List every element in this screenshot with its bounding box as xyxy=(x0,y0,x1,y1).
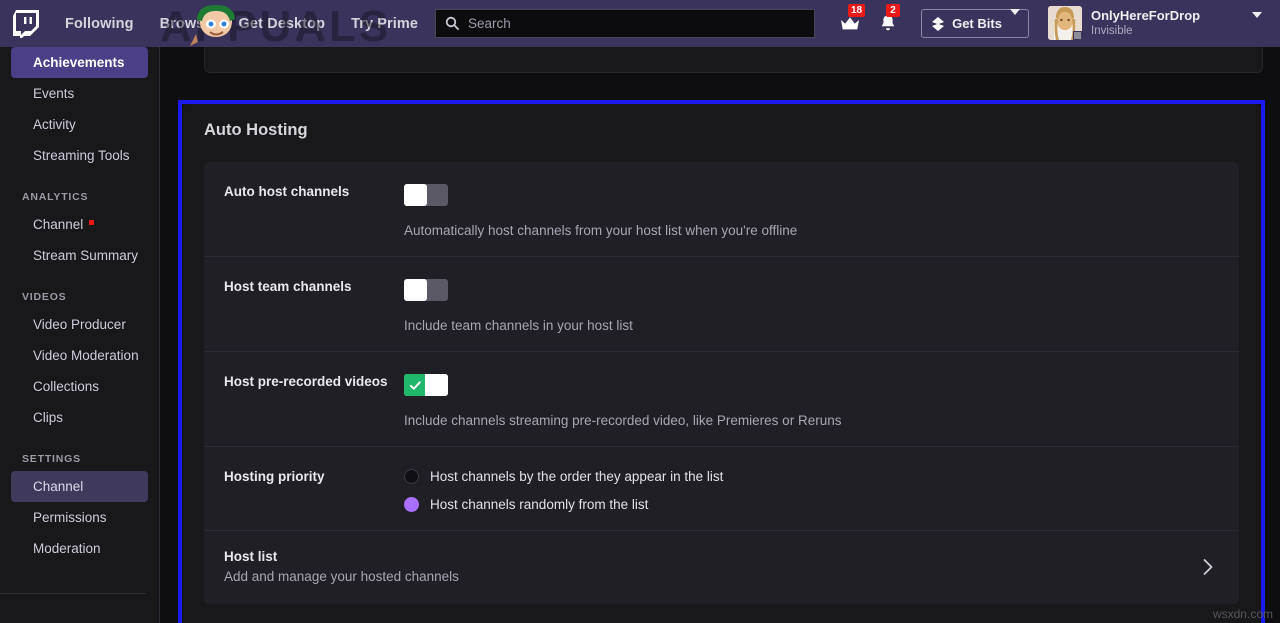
user-menu[interactable]: OnlyHereForDrop Invisible xyxy=(1048,6,1200,40)
crown-badge: 18 xyxy=(848,4,866,17)
sidebar-divider xyxy=(0,593,146,594)
sidebar-item-activity[interactable]: Activity xyxy=(11,109,148,140)
toggle-knob xyxy=(425,374,448,396)
setting-description: Include channels streaming pre-recorded … xyxy=(404,413,842,428)
host-team-channels-toggle[interactable] xyxy=(404,279,448,301)
sidebar-item-label: Clips xyxy=(33,410,64,425)
status-indicator xyxy=(1073,31,1082,40)
sidebar-section-analytics: ANALYTICS xyxy=(22,191,89,203)
sidebar-item-streaming-tools[interactable]: Streaming Tools xyxy=(11,140,148,171)
sidebar-section-videos: VIDEOS xyxy=(22,291,67,303)
sidebar-section-settings: SETTINGS xyxy=(22,453,81,465)
sidebar-item-moderation[interactable]: Moderation xyxy=(11,533,148,564)
toggle-wrap xyxy=(404,184,1239,206)
host-list-title: Host list xyxy=(224,549,278,564)
host-pre-recorded-videos-toggle[interactable] xyxy=(404,374,448,396)
setting-row-host-pre-recorded-videos: Host pre-recorded videos Include channel… xyxy=(204,352,1239,447)
setting-label: Hosting priority xyxy=(224,469,325,484)
toggle-knob xyxy=(404,279,427,301)
setting-label: Host pre-recorded videos xyxy=(224,374,388,389)
auto-host-channels-toggle[interactable] xyxy=(404,184,448,206)
chevron-down-icon xyxy=(1009,8,1020,33)
sidebar-item-stream-summary[interactable]: Stream Summary xyxy=(11,240,148,271)
radio-option-random[interactable]: Host channels randomly from the list xyxy=(404,497,1239,512)
setting-row-host-team-channels: Host team channels Include team channels… xyxy=(204,257,1239,352)
setting-description: Automatically host channels from your ho… xyxy=(404,223,798,238)
radio-label: Host channels randomly from the list xyxy=(430,497,649,512)
radio-button-selected[interactable] xyxy=(404,497,419,512)
get-bits-button[interactable]: Get Bits xyxy=(921,8,1029,38)
auto-hosting-panel: Auto Hosting Auto host channels Automati… xyxy=(182,104,1261,623)
setting-description: Include team channels in your host list xyxy=(404,318,633,333)
nav-link-get-desktop[interactable]: Get Desktop xyxy=(239,16,326,32)
settings-list: Auto host channels Automatically host ch… xyxy=(204,162,1239,604)
sidebar-item-label: Permissions xyxy=(33,510,107,525)
previous-panel-partial xyxy=(204,47,1263,73)
sidebar-item-video-moderation[interactable]: Video Moderation xyxy=(11,340,148,371)
twitch-logo-icon[interactable] xyxy=(13,9,39,40)
chevron-down-icon[interactable] xyxy=(1252,12,1262,36)
sidebar-item-label: Achievements xyxy=(33,55,125,70)
sidebar-item-label: Stream Summary xyxy=(33,248,139,263)
page-title: Auto Hosting xyxy=(204,121,308,139)
sidebar-item-label: Channel xyxy=(33,479,84,494)
setting-row-auto-host-channels: Auto host channels Automatically host ch… xyxy=(204,162,1239,257)
search-input[interactable] xyxy=(468,16,814,31)
notifications-button[interactable]: 2 xyxy=(874,4,902,35)
sidebar: Achievements Events Activity Streaming T… xyxy=(0,47,160,623)
setting-label: Auto host channels xyxy=(224,184,350,199)
get-bits-label: Get Bits xyxy=(952,16,1002,31)
host-list-row[interactable]: Host list Add and manage your hosted cha… xyxy=(204,531,1239,604)
setting-row-hosting-priority: Hosting priority Host channels by the or… xyxy=(204,447,1239,531)
sidebar-item-label: Streaming Tools xyxy=(33,148,130,163)
nav-link-try-prime[interactable]: Try Prime xyxy=(351,16,418,32)
sidebar-item-permissions[interactable]: Permissions xyxy=(11,502,148,533)
toggle-knob xyxy=(404,184,427,206)
hosting-priority-radio-group: Host channels by the order they appear i… xyxy=(404,469,1239,512)
sidebar-item-label: Moderation xyxy=(33,541,101,556)
sidebar-item-label: Activity xyxy=(33,117,76,132)
notifications-badge: 2 xyxy=(886,4,900,17)
search-bar[interactable] xyxy=(435,9,815,38)
sidebar-item-achievements[interactable]: Achievements xyxy=(11,47,148,78)
sidebar-item-label: Collections xyxy=(33,379,100,394)
main-content: Auto Hosting Auto host channels Automati… xyxy=(161,47,1280,623)
sidebar-item-channel-settings[interactable]: Channel xyxy=(11,471,148,502)
bits-icon xyxy=(930,16,946,32)
nav-link-browse[interactable]: Browse xyxy=(160,16,213,32)
sidebar-item-label: Channel xyxy=(33,217,84,232)
sidebar-item-label: Video Producer xyxy=(33,317,126,332)
setting-label: Host team channels xyxy=(224,279,352,294)
new-indicator-icon xyxy=(89,219,95,225)
toggle-wrap xyxy=(404,279,1239,301)
prime-crown-button[interactable]: 18 xyxy=(836,4,866,35)
sidebar-item-label: Video Moderation xyxy=(33,348,139,363)
sidebar-item-channel-analytics[interactable]: Channel xyxy=(11,209,148,240)
toggle-wrap xyxy=(404,374,1239,396)
host-list-subtitle: Add and manage your hosted channels xyxy=(224,569,459,584)
nav-link-following[interactable]: Following xyxy=(65,16,134,32)
search-icon xyxy=(445,16,460,31)
sidebar-item-collections[interactable]: Collections xyxy=(11,371,148,402)
avatar[interactable] xyxy=(1048,6,1082,40)
top-navigation-bar: Following Browse Get Desktop Try Prime •… xyxy=(0,0,1280,47)
radio-option-order[interactable]: Host channels by the order they appear i… xyxy=(404,469,1239,484)
user-info: OnlyHereForDrop Invisible xyxy=(1091,8,1200,39)
sidebar-item-events[interactable]: Events xyxy=(11,78,148,109)
sidebar-item-video-producer[interactable]: Video Producer xyxy=(11,309,148,340)
sidebar-item-clips[interactable]: Clips xyxy=(11,402,148,433)
user-status: Invisible xyxy=(1091,24,1133,37)
radio-label: Host channels by the order they appear i… xyxy=(430,469,724,484)
sidebar-item-label: Events xyxy=(33,86,75,101)
chevron-right-icon[interactable] xyxy=(1201,558,1215,581)
watermark-bottom: wsxdn.com xyxy=(1212,607,1273,621)
radio-button[interactable] xyxy=(404,469,419,484)
user-name: OnlyHereForDrop xyxy=(1091,7,1201,23)
checkmark-icon xyxy=(404,374,427,396)
